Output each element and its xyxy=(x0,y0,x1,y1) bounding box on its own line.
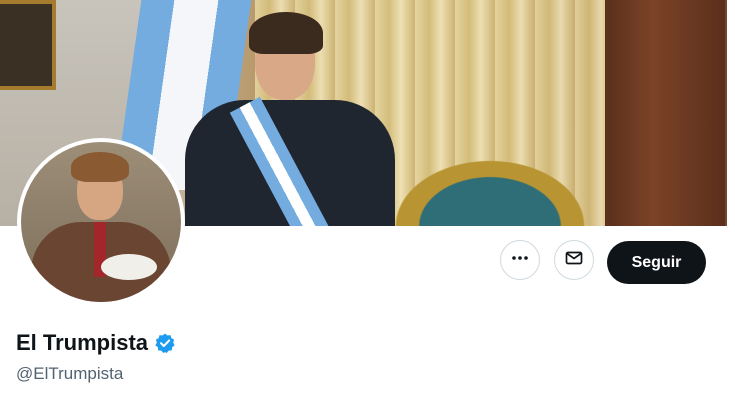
banner-painting-frame xyxy=(0,0,56,90)
more-horizontal-icon xyxy=(510,248,530,273)
profile-handle: @ElTrumpista xyxy=(16,364,124,383)
more-options-button[interactable] xyxy=(500,240,540,280)
banner-person xyxy=(185,10,395,226)
banner-chair xyxy=(380,150,600,226)
banner-person-hair xyxy=(249,12,323,54)
banner-wood-column xyxy=(605,0,725,226)
envelope-icon xyxy=(564,248,584,273)
profile-name-row: El Trumpista xyxy=(16,330,176,356)
follow-button[interactable]: Seguir xyxy=(607,241,706,284)
display-name: El Trumpista xyxy=(16,330,149,355)
avatar-image xyxy=(21,142,181,302)
message-button[interactable] xyxy=(554,240,594,280)
avatar-hair xyxy=(71,152,129,182)
verified-badge-icon[interactable] xyxy=(154,332,176,354)
profile-avatar[interactable] xyxy=(17,138,185,306)
avatar-dove xyxy=(101,254,157,280)
